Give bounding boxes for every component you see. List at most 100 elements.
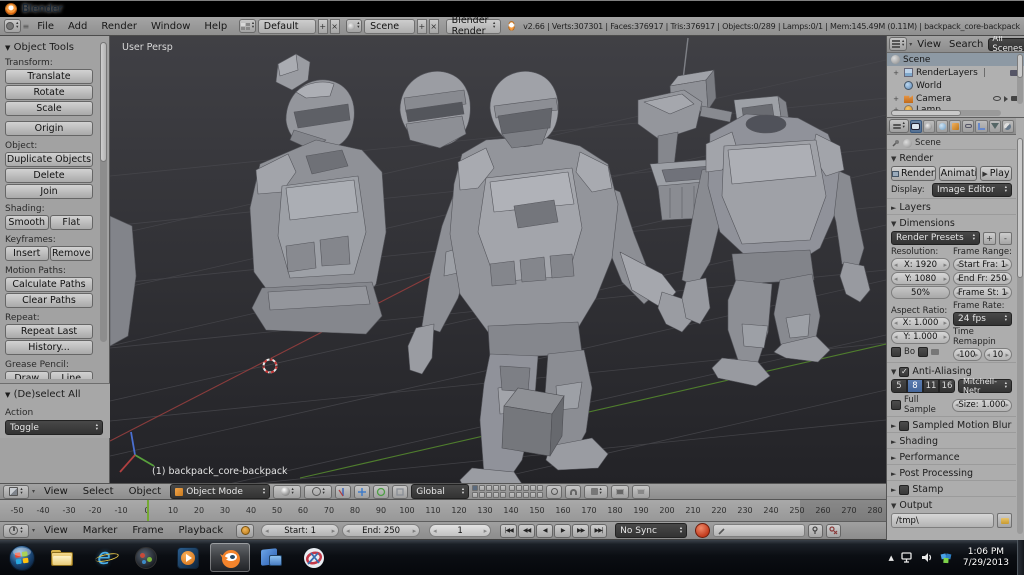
taskbar-app1-button[interactable] [126,543,166,572]
model-cube[interactable] [502,388,564,456]
delete-button[interactable]: Delete [5,168,93,183]
visibility-eye-icon[interactable] [993,96,1001,101]
stamp-checkbox[interactable] [899,485,909,495]
editor-type-properties-button[interactable]: ▴▾ [889,119,909,133]
translate-manipulator-button[interactable] [354,485,370,499]
motion-blur-checkbox[interactable] [899,421,909,431]
aa-size-field[interactable]: ◂Size: 1.000▸ [952,399,1012,412]
grease-line-button[interactable]: Line [50,371,94,379]
menu-file[interactable]: File [31,21,60,32]
outliner-item-camera[interactable]: + Camera [887,92,1024,105]
start-button[interactable] [4,543,40,572]
scale-manipulator-button[interactable] [392,485,408,499]
jump-to-start-button[interactable]: |◀◀ [500,524,517,538]
outliner-item-scene[interactable]: Scene [887,53,1024,66]
snap-element-select[interactable]: ▴▾ [584,485,608,499]
crop-checkbox[interactable] [918,347,928,357]
motion-blur-panel-header[interactable]: ►Sampled Motion Blur [887,416,1016,432]
play-rendered-button[interactable]: ▶Play [980,166,1012,181]
collapse-menus-icon[interactable]: ≡ [23,22,30,31]
insert-keyframe-button[interactable]: Insert [5,246,49,261]
remap-new-field[interactable]: ◂10▸ [984,348,1013,361]
antialiasing-panel-header[interactable]: ▼✓Anti-Aliasing [887,362,1016,378]
play-reverse-button[interactable]: ◀ [536,524,553,538]
render-engine-select[interactable]: Blender Render▴▾ [446,19,502,34]
tab-render[interactable] [910,120,922,133]
jump-to-end-button[interactable]: ▶▶| [590,524,607,538]
border-checkbox[interactable] [891,347,901,357]
outliner-collapse-icon[interactable]: ▾ [909,41,912,48]
aa-filter-select[interactable]: Mitchell-Netr▴▾ [958,379,1012,393]
layers-panel-header[interactable]: ►Layers [887,198,1016,214]
header-collapse-icon[interactable]: ▾ [32,488,35,495]
render-still-button[interactable]: Render [891,166,936,181]
taskbar-app2-button[interactable] [252,543,292,572]
translate-button[interactable]: Translate [5,69,93,84]
editor-type-outliner-button[interactable]: ▴▾ [889,37,907,51]
sync-mode-select[interactable]: No Sync▴▾ [615,523,687,538]
render-opengl-button[interactable] [611,485,629,499]
dimensions-panel-header[interactable]: ▼Dimensions [887,214,1016,230]
insert-keyframe-icon-button[interactable] [808,524,823,538]
end-frame-field[interactable]: ◂End: 250▸ [342,524,420,537]
scene-field[interactable]: Scene [364,19,415,34]
resolution-x-field[interactable]: ◂X: 1920▸ [891,258,950,271]
layers-widget-right[interactable] [509,485,543,498]
tab-object[interactable] [949,120,961,133]
rotate-button[interactable]: Rotate [5,85,93,100]
outliner-filter-select[interactable]: All Scenes [988,38,1024,51]
timeline-ruler[interactable]: -50 -40 -30 -20 -10 0 10 20 30 40 50 60 … [0,500,886,522]
remap-old-field[interactable]: ◂100▸ [953,348,982,361]
action-toggle-select[interactable]: Toggle▴▾ [5,420,103,435]
show-desktop-button[interactable] [1017,540,1024,575]
add-scene-button[interactable]: + [417,19,427,34]
aa-samples-16[interactable]: 16 [939,379,955,393]
remove-preset-button[interactable]: - [999,232,1012,245]
start-frame-prop-field[interactable]: ◂Start Fra: 1▸ [953,258,1012,271]
tab-scene[interactable] [923,120,935,133]
shading-panel-header[interactable]: ►Shading [887,432,1016,448]
aspect-y-field[interactable]: ◂Y: 1.000▸ [891,331,950,344]
tab-world[interactable] [936,120,948,133]
grease-draw-button[interactable]: Draw [5,371,49,379]
outliner-view-menu[interactable]: View [914,39,944,50]
tab-material[interactable] [1002,120,1014,133]
taskbar-internet-explorer-button[interactable]: e [84,543,124,572]
menu-help[interactable]: Help [198,21,233,32]
snap-magnet-icon[interactable] [565,485,581,499]
record-button[interactable] [695,523,710,538]
browse-folder-button[interactable] [997,513,1012,528]
timeline-marker-menu[interactable]: Marker [77,525,124,536]
model-helmet-2[interactable] [400,71,470,148]
view-menu[interactable]: View [38,486,74,497]
tool-shelf-panel-title[interactable]: ▼ Object Tools [5,42,105,53]
start-frame-field[interactable]: ◂Start: 1▸ [261,524,339,537]
resolution-y-field[interactable]: ◂Y: 1080▸ [891,272,950,285]
stamp-panel-header[interactable]: ►Stamp [887,480,1016,496]
flat-button[interactable]: Flat [50,215,94,230]
outliner-item-renderlayers[interactable]: + RenderLayers | [887,66,1024,79]
timeline-collapse-icon[interactable]: ▾ [32,527,35,534]
network-icon[interactable] [901,552,914,563]
render-panel-header[interactable]: ▼Render [887,149,1016,165]
model-vest[interactable] [250,140,386,334]
repeat-last-button[interactable]: Repeat Last [5,324,93,339]
preview-range-icon[interactable] [236,524,254,538]
delete-keyframe-icon-button[interactable] [826,524,841,538]
full-sample-checkbox[interactable] [891,400,901,410]
tab-data[interactable] [989,120,1001,133]
properties-scrollbar[interactable] [1017,138,1023,534]
outliner-item-world[interactable]: World [887,79,1024,92]
taskbar-blender-button[interactable] [210,543,250,572]
tab-modifiers[interactable] [975,120,987,133]
clear-paths-button[interactable]: Clear Paths [5,293,93,308]
origin-button[interactable]: Origin [5,121,93,136]
editor-type-button[interactable]: ▴▾ [4,19,21,33]
mode-select[interactable]: Object Mode▴▾ [170,484,270,499]
taskbar-clock[interactable]: 1:06 PM7/29/2013 [963,547,1009,569]
keying-set-field[interactable] [713,524,805,537]
current-frame-playhead[interactable] [147,500,149,522]
join-button[interactable]: Join [5,184,93,199]
menu-render[interactable]: Render [95,21,143,32]
history-button[interactable]: History... [5,340,93,355]
